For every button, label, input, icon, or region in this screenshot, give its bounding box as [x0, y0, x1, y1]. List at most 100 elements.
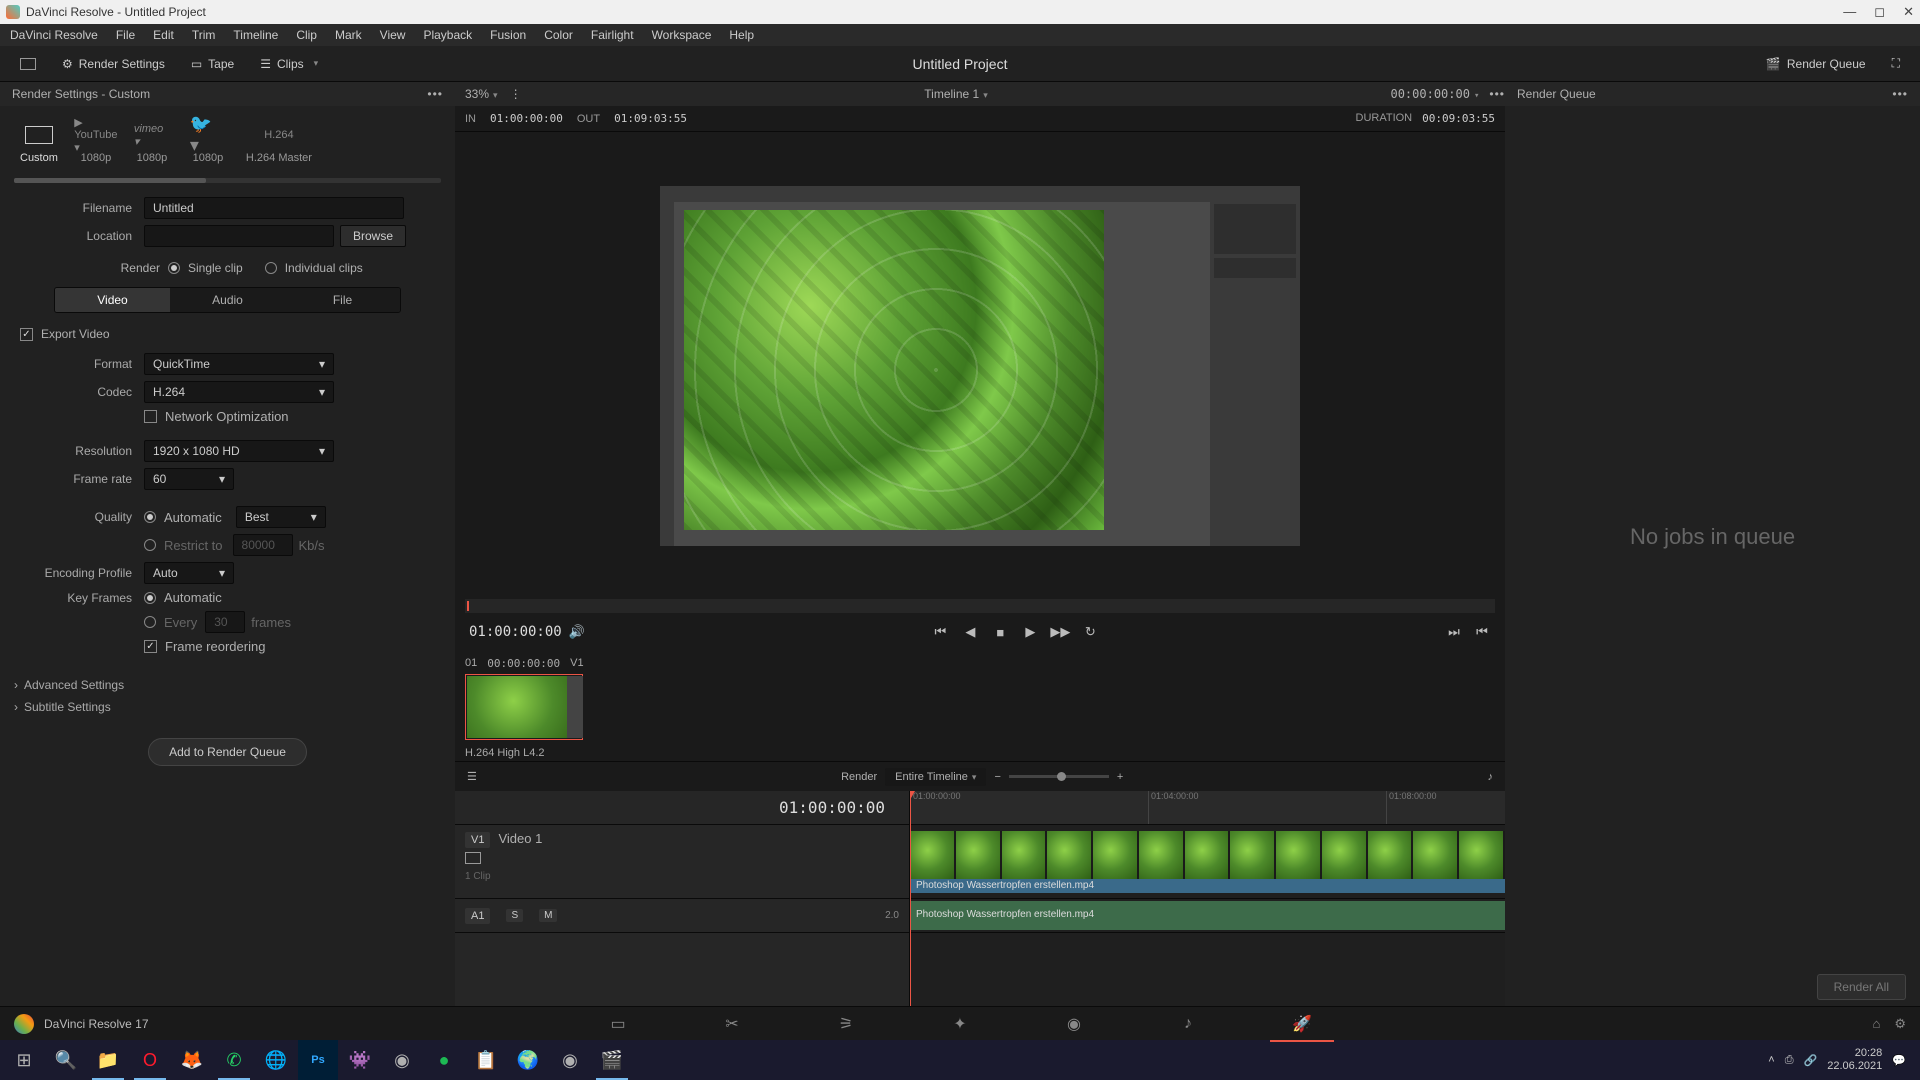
photoshop-icon[interactable]: Ps [298, 1040, 338, 1080]
video-clip[interactable] [910, 831, 1505, 879]
preset-youtube[interactable]: ▶ YouTube ▾1080p [78, 124, 114, 164]
restrict-radio[interactable] [144, 539, 156, 551]
fusion-page-button[interactable]: ✦ [948, 1012, 972, 1036]
menu-item[interactable]: File [116, 28, 135, 42]
app-icon-2[interactable]: 📋 [466, 1040, 506, 1080]
cut-page-button[interactable]: ✂ [720, 1012, 744, 1036]
resolution-select[interactable]: 1920 x 1080 HD▾ [144, 440, 334, 462]
play-button[interactable]: ▶ [1021, 623, 1039, 641]
render-scope-select[interactable]: Entire Timeline [885, 768, 986, 786]
obs-icon[interactable]: ◉ [550, 1040, 590, 1080]
menu-item[interactable]: Help [729, 28, 754, 42]
next-frame-button[interactable]: ▶▶ [1051, 623, 1069, 641]
audio-track-header[interactable]: A1 S M 2.0 [455, 899, 909, 933]
audio-clip[interactable]: Photoshop Wassertropfen erstellen.mp4 [910, 901, 1505, 930]
menu-item[interactable]: Trim [192, 28, 216, 42]
minimize-button[interactable]: — [1843, 4, 1856, 20]
maximize-button[interactable]: ◻ [1874, 4, 1885, 20]
zoom-in-button[interactable]: + [1117, 771, 1123, 783]
last-frame-button[interactable]: ⏭ [1445, 623, 1463, 641]
firefox-icon[interactable]: 🦊 [172, 1040, 212, 1080]
first-frame-button[interactable]: ⏮ [931, 623, 949, 641]
playhead[interactable] [910, 791, 911, 1006]
tab-video[interactable]: Video [55, 288, 170, 312]
menu-item[interactable]: View [380, 28, 406, 42]
menu-item[interactable]: Timeline [233, 28, 278, 42]
location-input[interactable] [144, 225, 334, 247]
render-settings-button[interactable]: ⚙ Render Settings [54, 53, 173, 75]
browse-button[interactable]: Browse [340, 225, 406, 247]
project-settings-button[interactable]: ⚙ [1894, 1016, 1906, 1032]
single-clip-radio[interactable] [168, 262, 180, 274]
app-icon-1[interactable]: ● [424, 1040, 464, 1080]
menu-item[interactable]: Edit [153, 28, 174, 42]
video-track-header[interactable]: V1Video 1 1 Clip [455, 825, 909, 899]
preset-scrollbar[interactable] [14, 178, 441, 183]
frame-reorder-checkbox[interactable] [144, 640, 157, 653]
search-button[interactable]: 🔍 [46, 1040, 86, 1080]
whatsapp-icon[interactable]: ✆ [214, 1040, 254, 1080]
chrome-icon[interactable]: 🌐 [256, 1040, 296, 1080]
menu-item[interactable]: Clip [296, 28, 317, 42]
clips-button[interactable]: ☰ Clips [252, 53, 326, 75]
scrubber[interactable] [465, 599, 1495, 613]
edit-page-button[interactable]: ⚞ [834, 1012, 858, 1036]
menu-item[interactable]: Playback [423, 28, 472, 42]
timeline-view-icon[interactable]: ☰ [467, 770, 477, 783]
prev-frame-button[interactable]: ◀ [961, 623, 979, 641]
start-button[interactable]: ⊞ [4, 1040, 44, 1080]
format-select[interactable]: QuickTime▾ [144, 353, 334, 375]
tray-expand-icon[interactable]: ˄ [1768, 1054, 1774, 1066]
mute-button[interactable]: M [539, 909, 557, 922]
close-button[interactable]: ✕ [1903, 4, 1914, 20]
deliver-page-button[interactable]: 🚀 [1290, 1012, 1314, 1036]
timeline-ruler[interactable]: 01:00:00:00 01:04:00:00 01:08:00:00 [910, 791, 1505, 825]
individual-clips-radio[interactable] [265, 262, 277, 274]
discord-icon[interactable]: 👾 [340, 1040, 380, 1080]
menu-item[interactable]: Mark [335, 28, 362, 42]
subtitle-disclosure[interactable]: ›Subtitle Settings [14, 700, 441, 714]
solo-button[interactable]: S [506, 909, 523, 922]
home-button[interactable]: ⌂ [1872, 1016, 1880, 1032]
audio-meter-icon[interactable]: ♪ [1488, 771, 1494, 783]
preset-h264[interactable]: H.264H.264 Master [246, 124, 312, 164]
codec-select[interactable]: H.264▾ [144, 381, 334, 403]
video-track[interactable]: Photoshop Wassertropfen erstellen.mp4 [910, 825, 1505, 899]
tab-audio[interactable]: Audio [170, 288, 285, 312]
add-to-render-queue-button[interactable]: Add to Render Queue [148, 738, 307, 766]
expand-button[interactable]: ⛶ [1884, 52, 1908, 75]
quality-auto-radio[interactable] [144, 511, 156, 523]
zoom-out-button[interactable]: − [994, 771, 1000, 783]
viewer-options-icon[interactable]: ⋮ [510, 87, 522, 101]
media-page-button[interactable]: ▭ [606, 1012, 630, 1036]
network-opt-checkbox[interactable] [144, 410, 157, 423]
deliver-icon[interactable] [12, 54, 44, 74]
queue-menu-icon[interactable]: ••• [1892, 87, 1908, 101]
explorer-icon[interactable]: 📁 [88, 1040, 128, 1080]
tab-file[interactable]: File [285, 288, 400, 312]
clip-thumbnail[interactable] [465, 674, 583, 740]
preset-vimeo[interactable]: vimeo ▾1080p [134, 124, 170, 164]
menu-item[interactable]: Color [544, 28, 573, 42]
viewer-menu-icon[interactable]: ••• [1489, 87, 1505, 101]
color-page-button[interactable]: ◉ [1062, 1012, 1086, 1036]
menu-item[interactable]: Fairlight [591, 28, 634, 42]
loop-button[interactable]: ↻ [1081, 623, 1099, 641]
keyframes-auto-radio[interactable] [144, 592, 156, 604]
notifications-icon[interactable]: 💬 [1892, 1054, 1906, 1067]
tape-button[interactable]: ▭ Tape [183, 53, 242, 75]
timeline-timecode[interactable]: 00:00:00:00 [1390, 87, 1479, 101]
framerate-select[interactable]: 60▾ [144, 468, 234, 490]
prev-clip-button[interactable]: ⏮ [1473, 623, 1491, 641]
panel-menu-icon[interactable]: ••• [427, 87, 443, 101]
stop-button[interactable]: ■ [991, 623, 1009, 641]
davinci-icon[interactable]: 🎬 [592, 1040, 632, 1080]
zoom-dropdown[interactable]: 33% [465, 87, 498, 101]
menu-item[interactable]: Fusion [490, 28, 526, 42]
audio-track[interactable]: Photoshop Wassertropfen erstellen.mp4 [910, 899, 1505, 933]
timeline-name-dropdown[interactable]: Timeline 1 [924, 87, 987, 101]
quality-best-select[interactable]: Best▾ [236, 506, 326, 528]
filename-input[interactable] [144, 197, 404, 219]
export-video-checkbox[interactable] [20, 328, 33, 341]
encoding-select[interactable]: Auto▾ [144, 562, 234, 584]
